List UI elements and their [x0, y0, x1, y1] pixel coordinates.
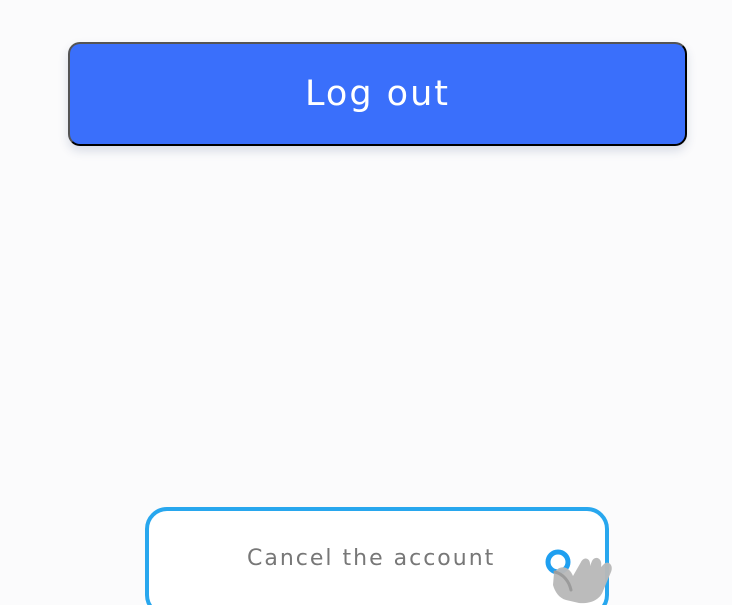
hand-pointer-tap-icon — [534, 542, 630, 605]
logout-button[interactable]: Log out — [68, 42, 687, 146]
account-actions-screen: Log out Cancel the account — [0, 0, 732, 605]
cancel-account-link[interactable]: Cancel the account — [247, 548, 495, 570]
